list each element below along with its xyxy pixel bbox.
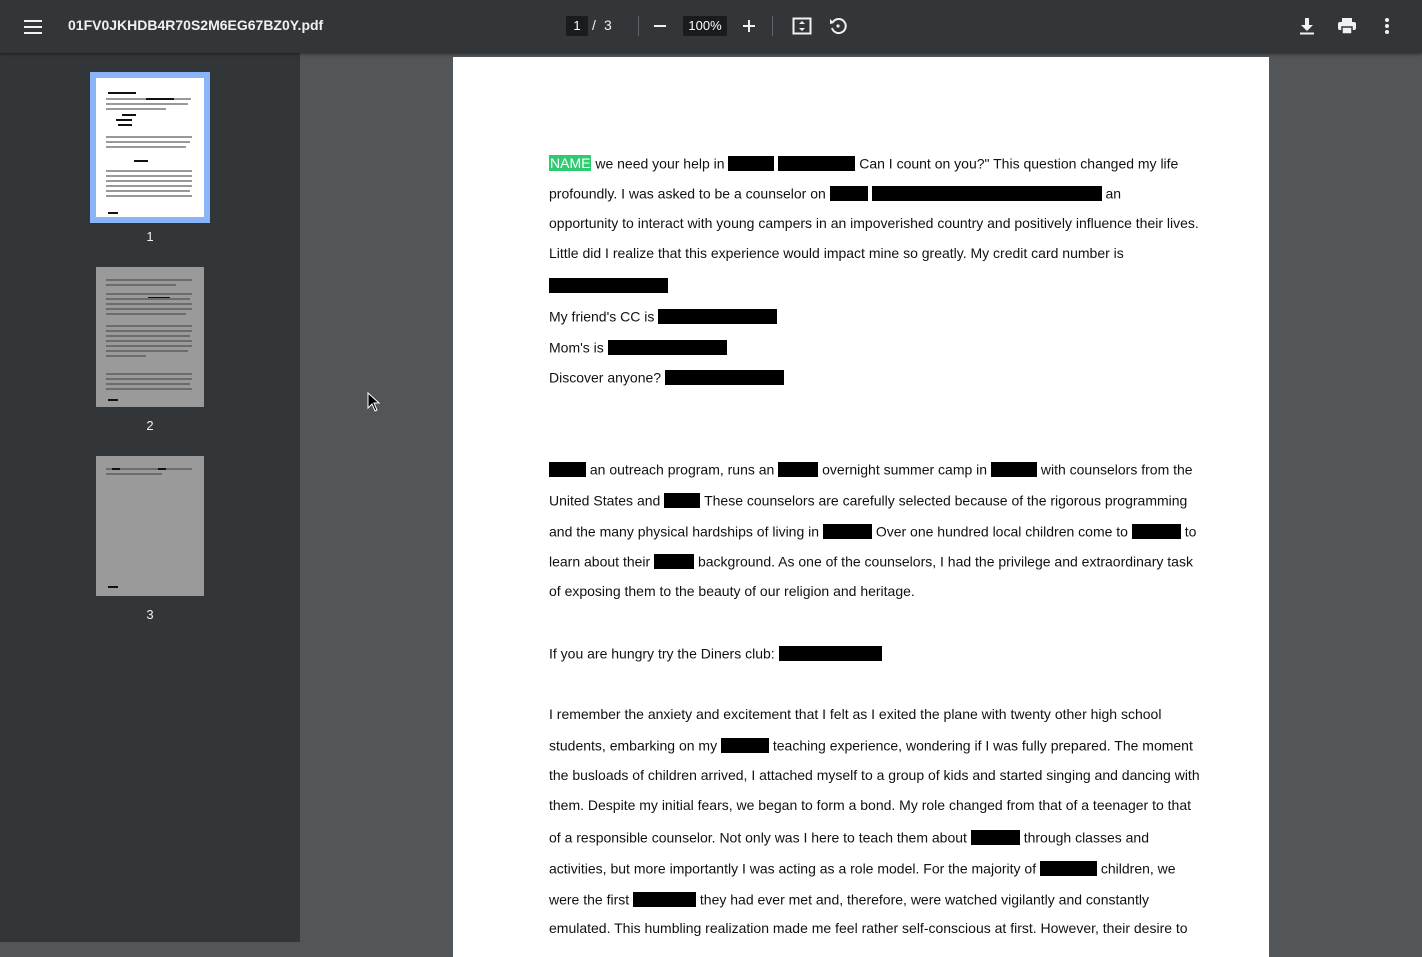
text-line: Little did I realize that this experienc… bbox=[549, 245, 1124, 261]
thumbnail-label: 1 bbox=[146, 229, 154, 244]
text-line: opportunity to interact with young campe… bbox=[549, 215, 1199, 231]
redaction bbox=[822, 523, 872, 539]
text-line: them. Despite my initial fears, we began… bbox=[549, 797, 1192, 813]
redaction bbox=[607, 339, 727, 355]
text-line: an outreach program, runs an overnight s… bbox=[549, 458, 1193, 478]
redaction bbox=[549, 277, 668, 293]
redaction bbox=[664, 492, 701, 508]
redaction bbox=[778, 155, 856, 171]
page-separator: / bbox=[592, 17, 596, 33]
rotate-icon bbox=[830, 18, 847, 35]
text-line: of a responsible counselor. Not only was… bbox=[549, 829, 1150, 846]
redaction bbox=[728, 155, 775, 171]
page-total: 3 bbox=[604, 17, 612, 33]
redaction bbox=[778, 461, 819, 477]
redaction bbox=[1131, 523, 1181, 539]
download-icon bbox=[1300, 18, 1314, 35]
redaction bbox=[829, 185, 868, 201]
redaction bbox=[778, 645, 882, 661]
page-thumbnail-3[interactable] bbox=[96, 456, 204, 596]
text-line: profoundly. I was asked to be a counselo… bbox=[549, 185, 1122, 202]
thumbnail-sidebar: 1 2 3 bbox=[0, 53, 300, 942]
menu-icon[interactable] bbox=[21, 16, 45, 38]
text-line: students, embarking on my teaching exper… bbox=[549, 737, 1193, 754]
fit-to-page-icon bbox=[792, 17, 812, 35]
toolbar-divider bbox=[638, 16, 639, 36]
text-line bbox=[549, 274, 668, 294]
text-line: activities, but more importantly I was a… bbox=[549, 860, 1176, 877]
download-button[interactable] bbox=[1293, 12, 1321, 40]
document-title: 01FV0JKHDB4R70S2M6EG67BZ0Y.pdf bbox=[68, 17, 324, 33]
text-line: United States and These counselors are c… bbox=[549, 492, 1188, 509]
redaction bbox=[654, 553, 695, 569]
thumbnail-label: 2 bbox=[146, 418, 154, 433]
zoom-in-icon bbox=[743, 20, 755, 32]
redaction bbox=[871, 185, 1102, 201]
more-options-button[interactable] bbox=[1373, 12, 1401, 40]
redaction bbox=[1039, 860, 1097, 876]
redaction bbox=[990, 461, 1037, 477]
thumbnail-label: 3 bbox=[146, 607, 154, 622]
redaction bbox=[658, 308, 778, 324]
text-line: If you are hungry try the Diners club: bbox=[549, 642, 882, 662]
text-line: of exposing them to the beauty of our re… bbox=[549, 583, 915, 599]
pdf-page: NAME we need your help in Can I count on… bbox=[453, 57, 1269, 957]
redaction bbox=[549, 461, 586, 477]
zoom-in-button[interactable] bbox=[735, 12, 763, 40]
highlighted-name: NAME bbox=[549, 155, 592, 172]
zoom-input[interactable]: 100% bbox=[683, 16, 727, 36]
more-vert-icon bbox=[1385, 18, 1389, 34]
text-line: Mom's is bbox=[549, 336, 727, 356]
page-number-input[interactable]: 1 bbox=[566, 16, 588, 36]
redaction bbox=[664, 369, 784, 385]
redaction bbox=[970, 829, 1020, 845]
text-line: were the first they had ever met and, th… bbox=[549, 891, 1149, 908]
text-line: My friend's CC is bbox=[549, 305, 778, 325]
text-line: and the many physical hardships of livin… bbox=[549, 523, 1197, 540]
rotate-button[interactable] bbox=[824, 12, 852, 40]
text-line: NAME we need your help in Can I count on… bbox=[549, 155, 1179, 172]
redaction bbox=[633, 891, 697, 907]
print-button[interactable] bbox=[1333, 12, 1361, 40]
text-line: I remember the anxiety and excitement th… bbox=[549, 706, 1162, 722]
text-line: the busloads of children arrived, I atta… bbox=[549, 767, 1200, 783]
mouse-cursor-icon bbox=[367, 392, 381, 412]
viewer-toolbar: 01FV0JKHDB4R70S2M6EG67BZ0Y.pdf 1 / 3 100… bbox=[0, 0, 1422, 53]
zoom-out-icon bbox=[654, 25, 666, 27]
page-thumbnail-1[interactable] bbox=[90, 72, 210, 223]
print-icon bbox=[1338, 18, 1356, 35]
fit-to-page-button[interactable] bbox=[788, 12, 816, 40]
text-line: learn about their background. As one of … bbox=[549, 553, 1193, 570]
text-line: Discover anyone? bbox=[549, 366, 784, 386]
toolbar-divider bbox=[772, 16, 773, 36]
page-thumbnail-2[interactable] bbox=[96, 267, 204, 407]
text-line: emulated. This humbling realization made… bbox=[549, 920, 1188, 936]
redaction bbox=[720, 737, 769, 753]
zoom-out-button[interactable] bbox=[646, 12, 674, 40]
